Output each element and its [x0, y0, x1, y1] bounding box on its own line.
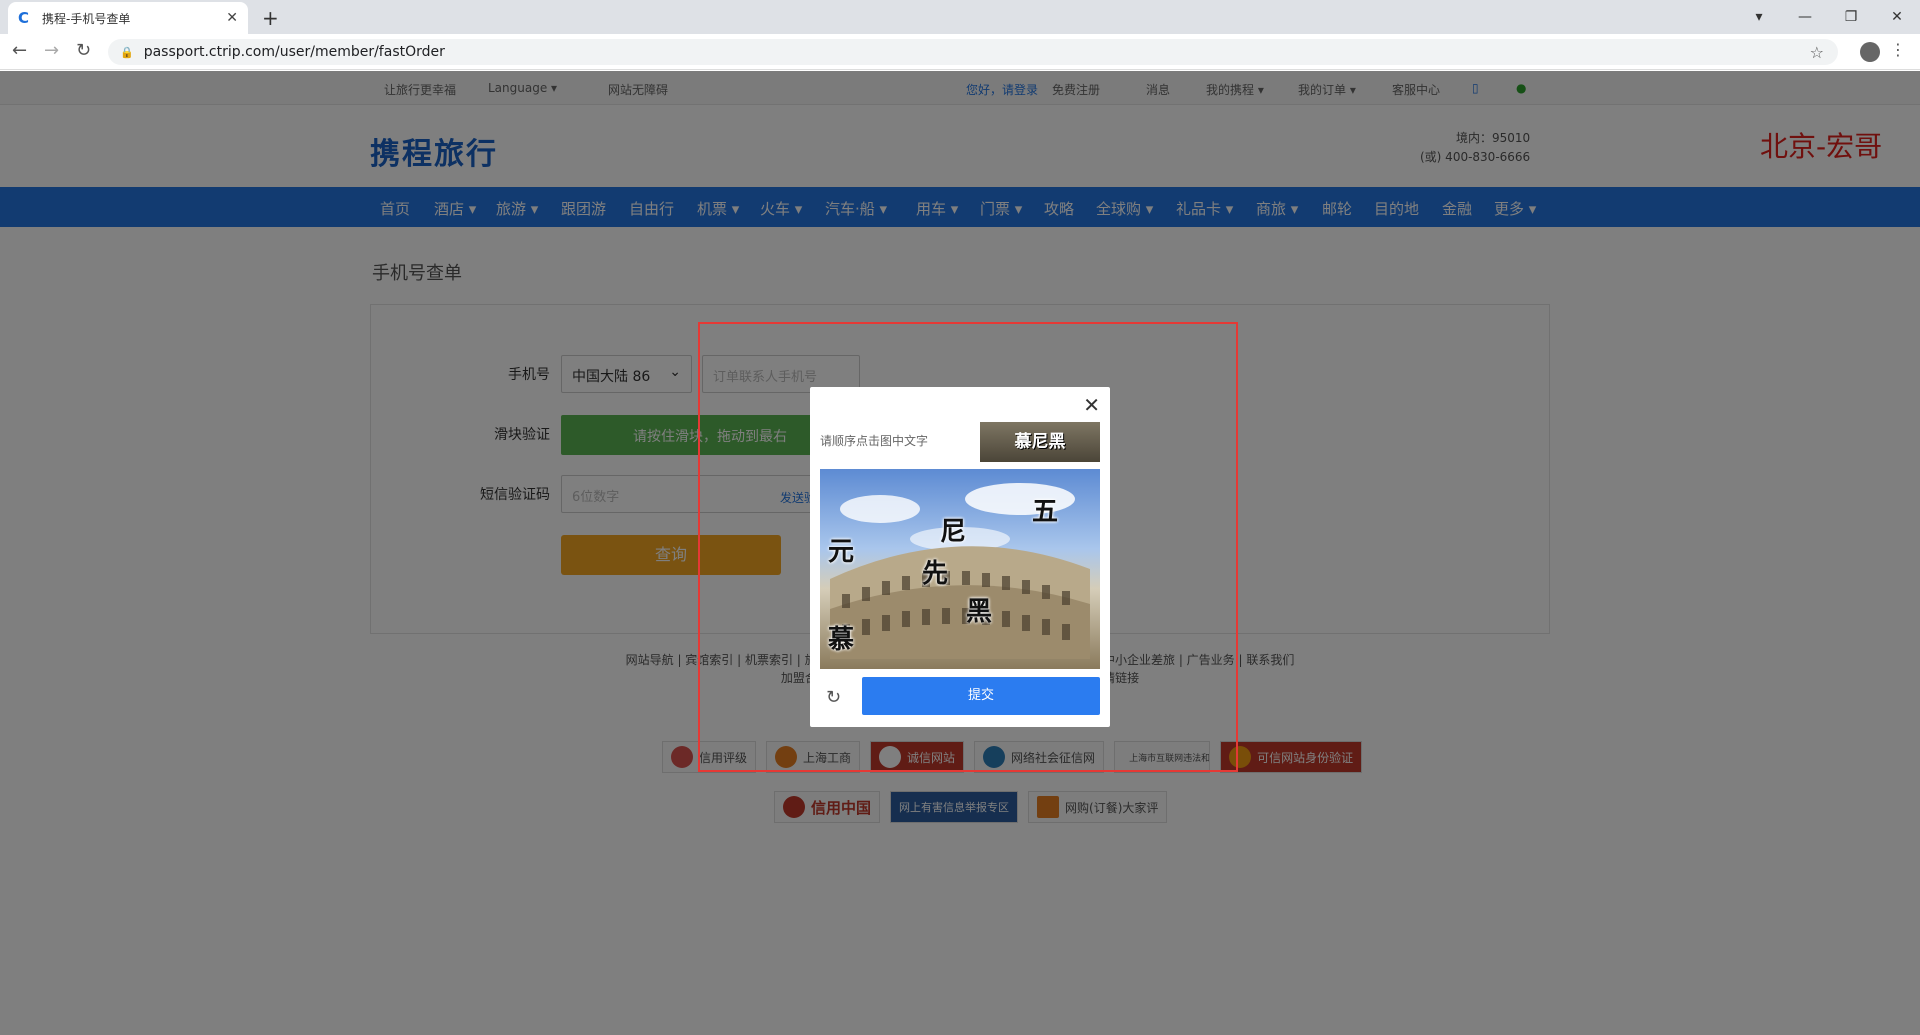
close-tab-icon[interactable]: ✕ [226, 10, 238, 26]
captcha-char[interactable]: 黑 [966, 591, 992, 628]
lock-icon: 🔒 [120, 45, 134, 59]
tab-title: 携程-手机号查单 [42, 11, 131, 26]
captcha-char[interactable]: 尼 [940, 511, 966, 548]
browser-tab[interactable]: C 携程-手机号查单 ✕ [8, 2, 248, 34]
account-icon[interactable] [1860, 42, 1880, 62]
refresh-icon[interactable]: ↻ [826, 687, 841, 708]
captcha-char[interactable]: 慕 [828, 619, 854, 656]
back-icon[interactable]: ← [12, 40, 27, 61]
captcha-char[interactable]: 五 [1032, 491, 1058, 528]
captcha-instruction: 请顺序点击图中文字 [820, 434, 929, 448]
bookmark-star-icon[interactable]: ☆ [1810, 43, 1824, 62]
ctrip-favicon-icon: C [18, 9, 30, 27]
close-icon[interactable]: ✕ [1083, 393, 1100, 417]
captcha-target-text: 慕尼黑 [980, 422, 1100, 462]
minimize-icon[interactable]: — [1782, 9, 1828, 25]
profile-dropdown-icon[interactable]: ▾ [1736, 9, 1782, 25]
url-field[interactable]: 🔒 passport.ctrip.com/user/member/fastOrd… [108, 39, 1838, 65]
reload-icon[interactable]: ↻ [76, 40, 91, 61]
browser-tabbar: C 携程-手机号查单 ✕ + ▾ — ❐ ✕ [0, 0, 1920, 34]
new-tab-button[interactable]: + [262, 6, 279, 30]
captcha-image[interactable]: 五 尼 元 先 黑 慕 [820, 469, 1100, 669]
address-bar: ← → ↻ 🔒 passport.ctrip.com/user/member/f… [0, 34, 1920, 70]
url-text: passport.ctrip.com/user/member/fastOrder [143, 44, 445, 60]
captcha-char[interactable]: 先 [922, 553, 948, 590]
restore-icon[interactable]: ❐ [1828, 9, 1874, 25]
forward-icon[interactable]: → [44, 40, 59, 61]
captcha-submit-button[interactable]: 提交 [862, 677, 1100, 715]
window-controls: ▾ — ❐ ✕ [1736, 0, 1920, 34]
menu-kebab-icon[interactable]: ⋮ [1890, 40, 1906, 59]
captcha-char[interactable]: 元 [828, 531, 854, 568]
close-window-icon[interactable]: ✕ [1874, 9, 1920, 25]
captcha-dialog: ✕ 请顺序点击图中文字 慕尼黑 五 尼 元 先 黑 慕 ↻ 提交 [810, 387, 1110, 727]
